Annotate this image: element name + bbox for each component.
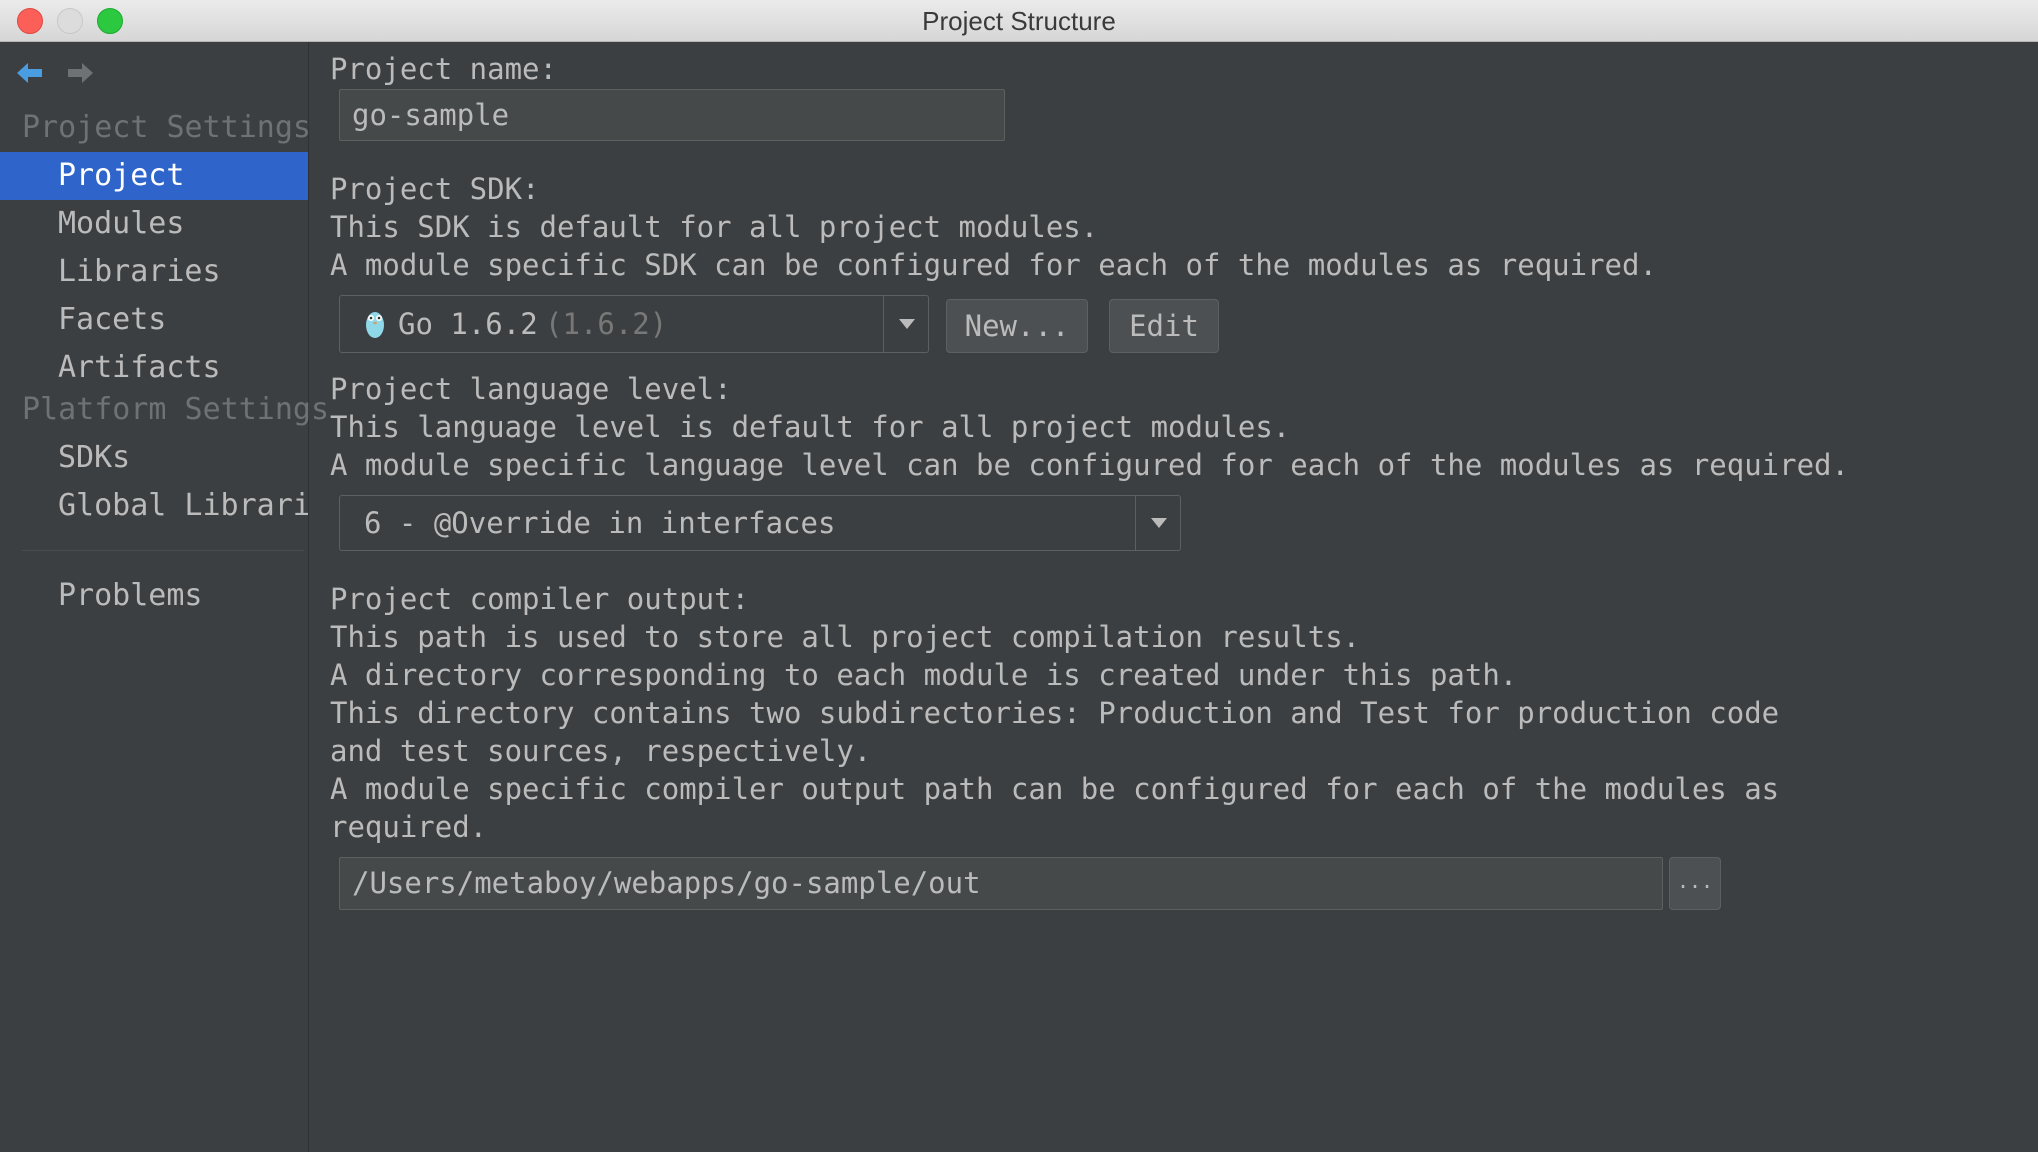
compiler-output-desc-5: A module specific compiler output path c… bbox=[330, 772, 1780, 806]
project-sdk-selected-name: Go 1.6.2 bbox=[398, 307, 538, 341]
compiler-output-path-value: /Users/metaboy/webapps/go-sample/out bbox=[352, 866, 981, 900]
project-settings-header: Project Settings bbox=[22, 110, 311, 145]
language-level-label: Project language level: bbox=[330, 372, 732, 406]
dropdown-arrow[interactable] bbox=[883, 296, 928, 352]
chevron-down-icon bbox=[899, 319, 915, 329]
sidebar-item-facets[interactable]: Facets bbox=[0, 296, 308, 344]
compiler-output-desc-1: This path is used to store all project c… bbox=[330, 620, 1361, 654]
back-arrow-icon[interactable] bbox=[15, 58, 45, 88]
project-name-value: go-sample bbox=[352, 98, 510, 132]
project-sdk-dropdown[interactable]: Go 1.6.2 (1.6.2) bbox=[339, 295, 929, 353]
sidebar-item-sdks[interactable]: SDKs bbox=[0, 434, 308, 482]
chevron-down-icon bbox=[1151, 518, 1167, 528]
new-sdk-button[interactable]: New... bbox=[946, 299, 1088, 353]
project-sdk-label: Project SDK: bbox=[330, 172, 540, 206]
language-level-desc-2: A module specific language level can be … bbox=[330, 448, 1849, 482]
language-level-dropdown[interactable]: 6 - @Override in interfaces bbox=[339, 495, 1181, 551]
language-level-selected: 6 - @Override in interfaces bbox=[364, 506, 836, 540]
project-sdk-selected-version: (1.6.2) bbox=[545, 307, 668, 341]
compiler-output-path-input[interactable]: /Users/metaboy/webapps/go-sample/out bbox=[339, 857, 1663, 910]
compiler-output-desc-2: A directory corresponding to each module… bbox=[330, 658, 1518, 692]
compiler-output-desc-4: and test sources, respectively. bbox=[330, 734, 872, 768]
dropdown-arrow[interactable] bbox=[1135, 496, 1180, 550]
compiler-output-desc-6: required. bbox=[330, 810, 488, 844]
edit-sdk-button[interactable]: Edit bbox=[1109, 299, 1219, 353]
sidebar: Project Settings Project Modules Librari… bbox=[0, 42, 329, 1152]
compiler-output-label: Project compiler output: bbox=[330, 582, 750, 616]
project-structure-window: Project Structure Project Settings Proje… bbox=[0, 0, 2038, 1152]
sidebar-item-project[interactable]: Project bbox=[0, 152, 308, 200]
sidebar-item-modules[interactable]: Modules bbox=[0, 200, 308, 248]
window-title: Project Structure bbox=[922, 6, 1116, 36]
platform-settings-header: Platform Settings bbox=[22, 392, 330, 427]
forward-arrow-icon[interactable] bbox=[65, 58, 95, 88]
language-level-desc-1: This language level is default for all p… bbox=[330, 410, 1291, 444]
compiler-output-desc-3: This directory contains two subdirectori… bbox=[330, 696, 1780, 730]
sidebar-divider bbox=[22, 550, 304, 551]
project-name-input[interactable]: go-sample bbox=[339, 89, 1005, 141]
project-sdk-desc-2: A module specific SDK can be configured … bbox=[330, 248, 1657, 282]
sidebar-item-problems[interactable]: Problems bbox=[0, 572, 308, 620]
sidebar-item-global-libraries[interactable]: Global Libraries bbox=[0, 482, 308, 530]
project-name-label: Project name: bbox=[330, 52, 557, 86]
gopher-icon bbox=[364, 309, 386, 339]
project-settings-panel: Project name: go-sample Project SDK: Thi… bbox=[309, 42, 2038, 1152]
sidebar-item-artifacts[interactable]: Artifacts bbox=[0, 344, 308, 392]
project-sdk-desc-1: This SDK is default for all project modu… bbox=[330, 210, 1099, 244]
sidebar-item-libraries[interactable]: Libraries bbox=[0, 248, 308, 296]
title-bar: Project Structure bbox=[0, 0, 2038, 42]
browse-button[interactable]: ... bbox=[1669, 857, 1721, 910]
